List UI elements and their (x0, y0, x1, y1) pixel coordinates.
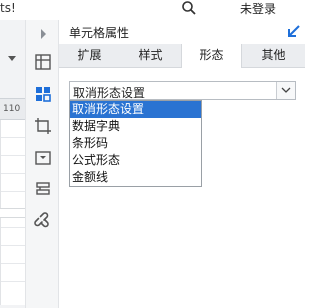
chevron-right-icon[interactable] (31, 22, 55, 46)
property-tabs: 扩展 样式 形态 其他 (59, 44, 305, 69)
option-barcode[interactable]: 条形码 (70, 135, 201, 152)
caret-down-icon[interactable] (8, 56, 16, 61)
panel-title: 单元格属性 (69, 26, 130, 40)
top-header-bar: ts! 未登录 (0, 0, 305, 20)
side-icon-toolbar (25, 20, 59, 308)
chevron-down-icon[interactable] (276, 82, 295, 99)
option-amount-line[interactable]: 金额线 (70, 169, 201, 186)
form-tab-content: 取消形态设置 取消形态设置 数据字典 条形码 公式形态 金额线 (59, 68, 305, 308)
tab-other[interactable]: 其他 (243, 44, 304, 68)
cell-grid-icon[interactable] (31, 50, 55, 74)
tab-form[interactable]: 形态 (181, 44, 242, 69)
horizontal-scrollbar[interactable] (0, 208, 25, 218)
search-icon[interactable] (181, 0, 197, 16)
select-value: 取消形态设置 (73, 86, 146, 100)
dropdown-box-icon[interactable] (31, 146, 55, 170)
cell-properties-panel: 单元格属性 扩展 样式 形态 其他 取消形态设置 取消形态设置 数据字典 条形码… (59, 20, 305, 308)
spreadsheet-edge: 110 (0, 20, 25, 308)
column-header[interactable]: 110 (0, 98, 25, 120)
link-icon[interactable] (31, 209, 55, 233)
truncated-title-text: ts! (0, 1, 16, 15)
form-type-dropdown-list: 取消形态设置 数据字典 条形码 公式形态 金额线 (69, 100, 202, 187)
option-data-dictionary[interactable]: 数据字典 (70, 118, 201, 135)
option-cancel-form[interactable]: 取消形态设置 (70, 101, 201, 118)
crop-icon[interactable] (31, 114, 55, 138)
tab-expand[interactable]: 扩展 (59, 44, 120, 68)
widget-icon[interactable] (31, 82, 55, 106)
option-formula-form[interactable]: 公式形态 (70, 152, 201, 169)
layers-icon[interactable] (31, 177, 55, 201)
login-status-link[interactable]: 未登录 (240, 0, 276, 17)
expand-arrow-icon[interactable] (287, 24, 301, 38)
form-type-select[interactable]: 取消形态设置 (69, 81, 296, 100)
tab-style[interactable]: 样式 (120, 44, 181, 68)
